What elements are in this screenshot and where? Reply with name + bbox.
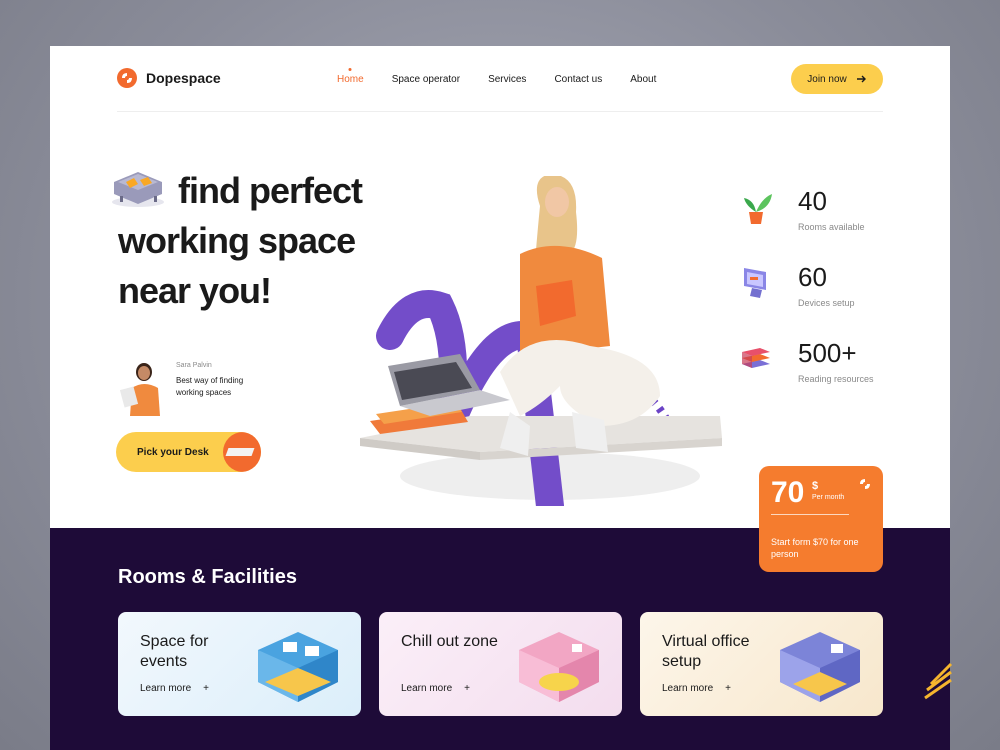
stat-devices: 60 Devices setup (736, 262, 855, 308)
nav-about[interactable]: About (630, 74, 656, 85)
price-card: 70 $ Per month Start form $70 for one pe… (759, 466, 883, 572)
learn-more-label: Learn more (401, 683, 453, 694)
nav-space-operator[interactable]: Space operator (392, 74, 460, 85)
rooms-title: Rooms & Facilities (118, 566, 297, 588)
divider (771, 514, 849, 515)
card-chill-out-zone[interactable]: Chill out zone Learn more + (379, 612, 622, 716)
learn-more-label: Learn more (140, 683, 192, 694)
card-virtual-office-setup[interactable]: Virtual office setup Learn more + (640, 612, 883, 716)
avatar (119, 363, 160, 416)
nav-contact-us[interactable]: Contact us (554, 74, 602, 85)
stat-resources-label: Reading resources (798, 374, 874, 384)
price-period: Per month (812, 494, 845, 501)
pick-your-desk-button[interactable]: Pick your Desk (116, 432, 261, 472)
card-title: Chill out zone (401, 633, 498, 650)
pick-your-desk-label: Pick your Desk (137, 446, 209, 458)
stat-rooms-label: Rooms available (798, 222, 865, 232)
learn-more-link[interactable]: Learn more + (401, 683, 470, 694)
card-space-for-events[interactable]: Space for events Learn more + (118, 612, 361, 716)
testimonial-quote: Best way of finding working spaces (176, 376, 244, 397)
page-frame: Dopespace Home Space operator Services C… (50, 46, 950, 750)
plus-icon: + (203, 683, 209, 694)
arrow-right-icon (856, 75, 866, 83)
stat-devices-label: Devices setup (798, 298, 855, 308)
stat-resources: 500+ Reading resources (736, 338, 874, 384)
brand-name: Dopespace (146, 70, 221, 86)
price-description: Start form $70 for one person (771, 537, 859, 559)
office-room-illustration (780, 632, 860, 702)
brush-stroke-decoration (924, 662, 953, 700)
nav-home[interactable]: Home (337, 74, 364, 85)
card-title: Virtual office setup (662, 633, 750, 670)
events-room-illustration (258, 632, 338, 702)
plus-icon: + (464, 683, 470, 694)
hero-illustration (360, 176, 722, 506)
books-icon (742, 348, 770, 368)
logo-icon (117, 68, 137, 88)
nav-services[interactable]: Services (488, 74, 526, 85)
learn-more-label: Learn more (662, 683, 714, 694)
testimonial-name: Sara Palvin (176, 362, 212, 369)
join-now-label: Join now (807, 73, 847, 85)
join-now-button[interactable]: Join now (791, 64, 883, 94)
main-menu: Home Space operator Services Contact us … (337, 74, 656, 85)
logo-icon (860, 479, 870, 489)
learn-more-link[interactable]: Learn more + (662, 683, 731, 694)
price-amount: 70 (771, 476, 805, 509)
desk-icon (225, 448, 255, 456)
testimonial: Sara Palvin Best way of finding working … (118, 358, 266, 416)
plus-icon: + (725, 683, 731, 694)
card-title: Space for events (140, 633, 209, 670)
stat-resources-value: 500+ (798, 338, 857, 368)
logo[interactable]: Dopespace (117, 68, 221, 88)
stat-rooms-value: 40 (798, 186, 827, 216)
chill-room-illustration (519, 632, 599, 702)
price-currency: $ (812, 480, 819, 492)
plant-icon (744, 194, 772, 224)
stat-rooms: 40 Rooms available (736, 186, 865, 232)
top-nav: Dopespace Home Space operator Services C… (117, 60, 883, 112)
learn-more-link[interactable]: Learn more + (140, 683, 209, 694)
stat-devices-value: 60 (798, 262, 827, 292)
monitor-icon (744, 268, 766, 298)
